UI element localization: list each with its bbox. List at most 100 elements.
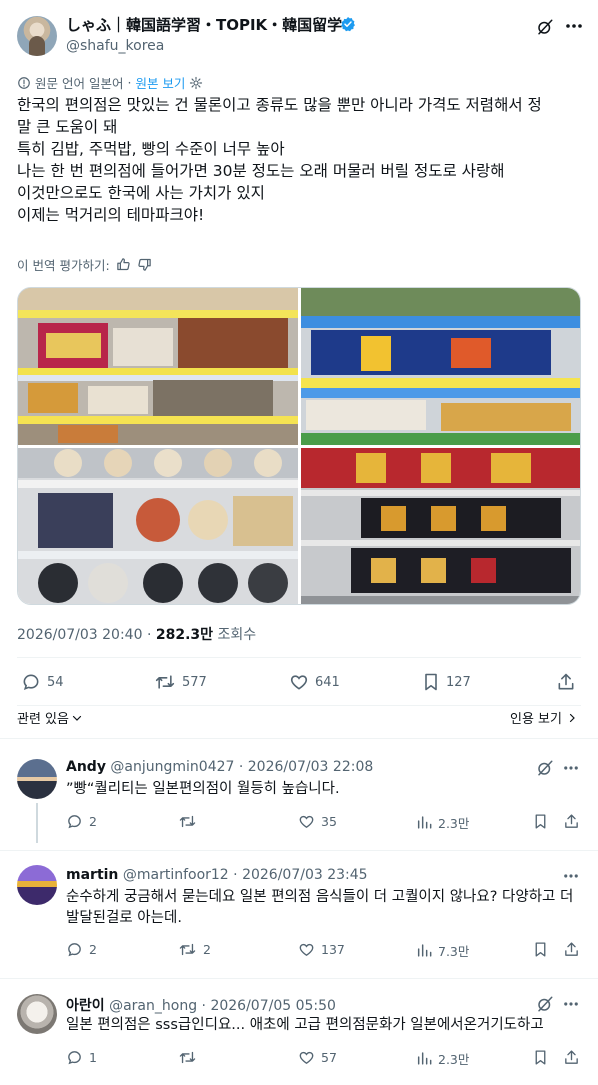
reply-author-handle[interactable]: @anjungmin0427 [110,759,234,775]
bookmark-button[interactable] [533,813,548,830]
repost-button[interactable]: 577 [154,672,207,692]
reply-author-name[interactable]: martin [66,867,118,883]
views-count: 282.3만 [155,627,214,643]
photo-lunchbox-shelf[interactable] [18,448,298,604]
reply-button[interactable]: 2 [66,941,97,958]
photo-grid[interactable] [17,287,581,605]
share-button[interactable] [563,813,580,830]
quote-view-link[interactable]: 인용 보기 [510,708,578,727]
share-button[interactable] [556,672,576,692]
reply-button[interactable]: 1 [66,1049,97,1066]
meta-separator: · [146,627,152,643]
more-options-icon[interactable] [564,1002,578,1006]
views-button[interactable]: 2.3만 [416,1049,469,1068]
author-avatar[interactable] [17,16,57,56]
divider [17,657,581,658]
photo-snack-shelf[interactable] [18,288,298,445]
more-options-icon[interactable] [566,24,582,28]
reply-author-name[interactable]: 아란이 [66,998,105,1014]
reply-time[interactable]: · 2026/07/05 05:50 [202,998,336,1014]
reply-text: 순수하게 궁금해서 묻는데요 일본 편의점 음식들이 더 고퀄이지 않나요? 다… [66,887,581,929]
bookmark-count: 127 [446,674,471,690]
like-button[interactable]: 35 [298,813,337,830]
share-button[interactable] [563,941,580,958]
chevron-right-icon [566,712,578,724]
reply-count: 2 [89,942,97,957]
translate-separator: · [127,75,132,90]
sort-label: 관련 있음 [17,712,69,727]
reply-item[interactable]: martin @martinfoor12 · 2026/07/03 23:45 … [0,853,598,973]
photo-red-chip-shelf[interactable] [301,448,580,604]
views-button[interactable]: 2.3만 [416,813,469,832]
reply-count: 54 [47,674,64,690]
reply-actions: 1 57 2.3만 [66,1049,581,1069]
rate-translation-label: 이 번역 평가하기: [17,258,110,273]
views-count: 2.3만 [438,816,470,831]
reply-author-handle[interactable]: @aran_hong [109,998,197,1014]
reply-text: ”빵“퀄리티는 일본편의점이 월등히 높습니다. [66,779,581,800]
reply-header: martin @martinfoor12 · 2026/07/03 23:45 [66,867,368,883]
bookmark-button[interactable] [533,1049,548,1066]
reply-button[interactable]: 2 [66,813,97,830]
grok-icon[interactable] [536,995,554,1013]
divider [0,850,598,851]
tweet-text-line: 특히 김밥, 주먹밥, 빵의 수준이 너무 높아 [17,140,285,158]
sort-replies-dropdown[interactable]: 관련 있음 [17,708,83,727]
reply-avatar[interactable] [17,759,57,799]
divider [0,978,598,979]
grid-gutter [18,445,580,448]
views-count: 2.3만 [438,1052,470,1067]
more-options-icon[interactable] [564,766,578,770]
reply-text-line: 순수하게 궁금해서 묻는데요 일본 편의점 음식들이 더 고퀄이지 않나요? 다… [66,889,574,905]
like-button[interactable]: 57 [298,1049,337,1066]
views-button[interactable]: 7.3만 [416,941,469,960]
like-button[interactable]: 137 [298,941,345,958]
tweet-text-line: 나는 한 번 편의점에 들어가면 30분 정도는 오래 머물러 버릴 정도로 사… [17,162,505,180]
reply-text-line: ”빵“퀄리티는 일본편의점이 월등히 높습니다. [66,781,340,797]
reply-button[interactable]: 54 [21,672,64,692]
views-label: 조회수 [217,627,257,643]
reply-author-handle[interactable]: @martinfoor12 [123,867,229,883]
photo-chip-shelf[interactable] [301,288,580,445]
reply-time[interactable]: · 2026/07/03 23:45 [233,867,367,883]
grok-icon[interactable] [536,759,554,777]
tweet-timestamp[interactable]: 2026/07/03 20:40 [17,627,143,643]
tweet-actions: 54 577 641 127 [17,672,581,696]
show-original-link[interactable]: 원본 보기 [135,73,185,92]
reply-header: Andy @anjungmin0427 · 2026/07/03 22:08 [66,759,373,775]
views-count: 7.3만 [438,944,470,959]
like-count: 57 [321,1050,337,1065]
translate-icon [17,76,31,90]
reply-actions: 2 35 2.3만 [66,813,581,833]
bookmark-button[interactable] [533,941,548,958]
more-options-icon[interactable] [564,874,578,878]
author-display-name[interactable]: しゃふ｜韓国語学習・TOPIK・韓国留学 [66,14,342,35]
thumbs-up-icon[interactable] [116,257,131,272]
reply-time[interactable]: · 2026/07/03 22:08 [239,759,373,775]
share-button[interactable] [563,1049,580,1066]
settings-gear-icon[interactable] [189,76,203,90]
tweet-text: 한국의 편의점은 맛있는 건 물론이고 종류도 많을 뿐만 아니라 가격도 저렴… [17,94,587,226]
repost-button[interactable] [178,1049,203,1066]
reply-text: 일본 편의점은 sss급인디요... 애초에 고급 편의점문화가 일본에서온거기… [66,1015,581,1036]
verified-badge-icon [340,16,356,32]
reply-item[interactable]: 아란이 @aran_hong · 2026/07/05 05:50 일본 편의점… [0,982,598,1085]
like-button[interactable]: 641 [289,672,340,692]
repost-button[interactable] [178,813,203,830]
divider [17,705,581,706]
tweet-text-line: 이것만으로도 한국에 사는 가치가 있지 [17,184,265,202]
chevron-down-icon [71,712,83,724]
repost-button[interactable]: 2 [178,941,211,958]
thread-line [36,803,38,843]
author-handle[interactable]: @shafu_korea [66,38,164,54]
grok-icon[interactable] [536,18,554,36]
reply-avatar[interactable] [17,994,57,1034]
thumbs-down-icon[interactable] [137,257,152,272]
reply-avatar[interactable] [17,865,57,905]
bookmark-button[interactable]: 127 [422,672,471,692]
divider [0,738,598,739]
reply-item[interactable]: Andy @anjungmin0427 · 2026/07/03 22:08 ”… [0,745,598,845]
reply-text-line: 일본 편의점은 sss급인디요... 애초에 고급 편의점문화가 일본에서온거기… [66,1017,544,1033]
reply-author-name[interactable]: Andy [66,759,106,775]
reply-actions: 2 2 137 7.3만 [66,941,581,961]
